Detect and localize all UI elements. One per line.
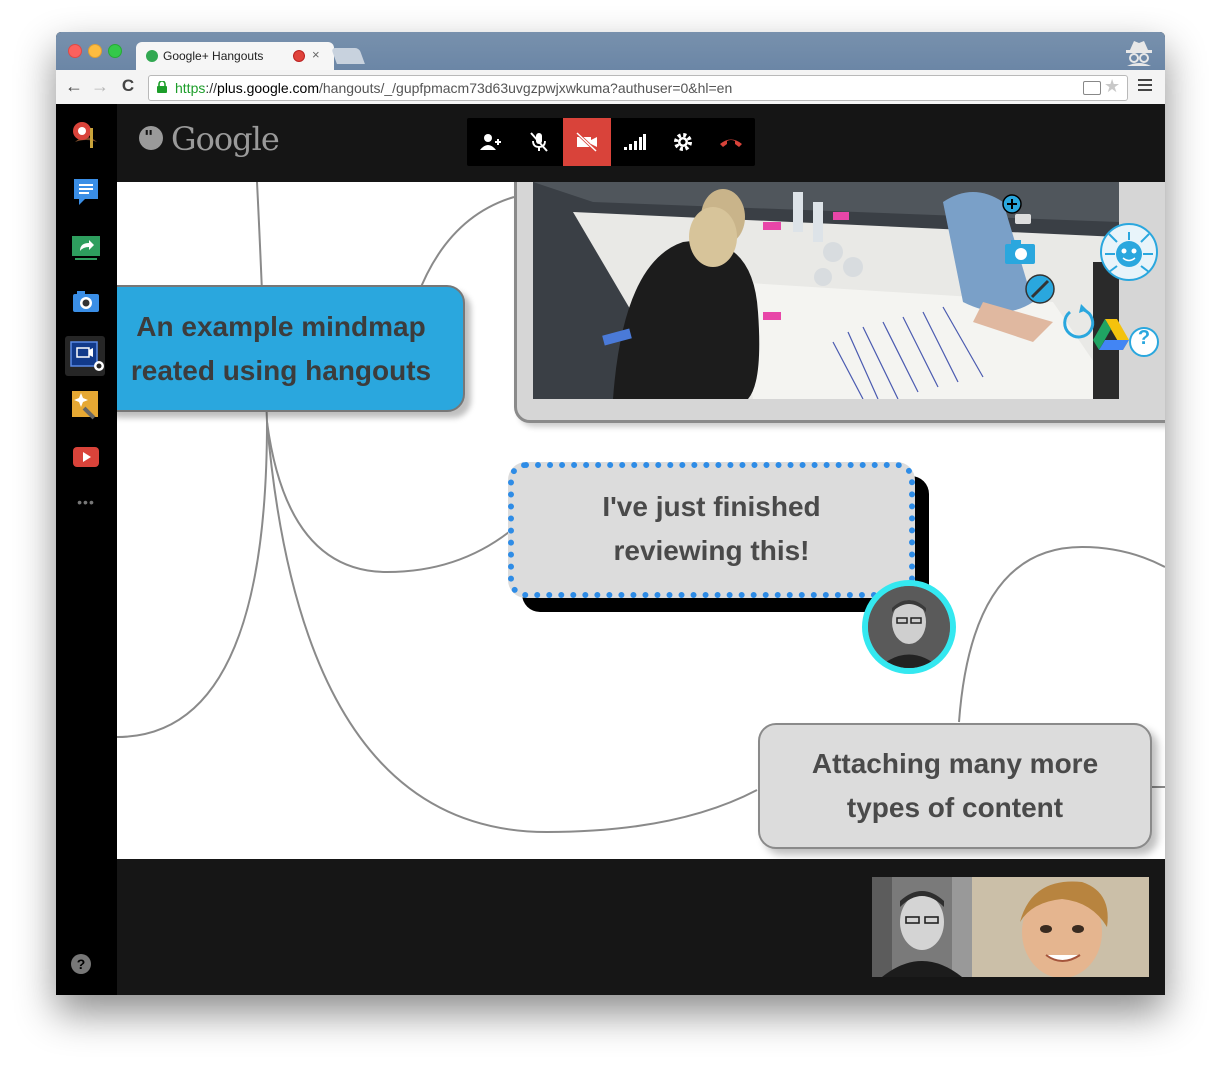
- pen-icon[interactable]: [1025, 274, 1055, 304]
- browser-menu-icon[interactable]: [1138, 79, 1152, 94]
- incognito-icon: [1126, 41, 1152, 66]
- participant-thumb-1[interactable]: [872, 877, 972, 977]
- mindmap-node-attach[interactable]: Attaching many more types of content: [758, 723, 1152, 849]
- address-bar[interactable]: https://plus.google.com/hangouts/_/gupfp…: [148, 75, 1128, 101]
- lock-icon: [157, 81, 167, 93]
- mindmap-app-icon[interactable]: [65, 336, 105, 376]
- tab-close-icon[interactable]: ×: [312, 47, 320, 62]
- bandwidth-icon[interactable]: [611, 118, 659, 166]
- camera-permission-icon[interactable]: [1083, 81, 1101, 95]
- close-window-button[interactable]: [68, 44, 82, 58]
- participant-filmstrip: [117, 859, 1165, 995]
- invite-person-icon[interactable]: [467, 118, 515, 166]
- tab-hangouts[interactable]: Google+ Hangouts ×: [136, 42, 334, 70]
- participant-thumb-2[interactable]: [972, 877, 1149, 977]
- hang-up-icon[interactable]: [707, 118, 755, 166]
- camera-icon[interactable]: [71, 286, 101, 316]
- bookmark-star-icon[interactable]: ★: [1104, 76, 1120, 97]
- browser-toolbar: ← → C https://plus.google.com/hangouts/_…: [56, 70, 1165, 105]
- reviewer-avatar[interactable]: [862, 580, 956, 674]
- chat-icon[interactable]: [71, 176, 101, 206]
- new-tab-button[interactable]: [331, 48, 365, 64]
- hangout-header: " Google: [117, 104, 1165, 182]
- google-wordmark: Google: [171, 120, 280, 158]
- settings-gear-icon[interactable]: [659, 118, 707, 166]
- minimize-window-button[interactable]: [88, 44, 102, 58]
- drive-icon[interactable]: [1093, 319, 1129, 350]
- mic-muted-icon[interactable]: [515, 118, 563, 166]
- mindmap-node-review[interactable]: I've just finished reviewing this!: [508, 462, 915, 598]
- refresh-icon[interactable]: [1063, 304, 1095, 339]
- url-text: https://plus.google.com/hangouts/_/gupfp…: [175, 80, 733, 96]
- node-attach-line-1: Attaching many more: [811, 748, 1099, 779]
- recording-indicator-icon: [293, 50, 305, 62]
- hangout-app-sidebar: ••• ?: [56, 104, 117, 995]
- browser-window: Google+ Hangouts × ← → C https://plus.go…: [56, 32, 1165, 995]
- more-dots-icon[interactable]: •••: [71, 494, 101, 524]
- camera-icon[interactable]: [1005, 240, 1035, 264]
- node-attach-line-2: types of content: [846, 792, 1064, 823]
- bug-mascot-icon[interactable]: [1100, 223, 1158, 281]
- app-badge-icon[interactable]: [71, 120, 101, 150]
- node-example-line-2: reated using hangouts: [130, 355, 432, 386]
- add-node-icon[interactable]: [1002, 194, 1031, 224]
- mindmap-node-example[interactable]: An example mindmap reated using hangouts: [117, 285, 465, 412]
- node-review-line-2: reviewing this!: [613, 535, 810, 566]
- toolbox-help-label: ?: [1137, 327, 1151, 349]
- tab-title: Google+ Hangouts: [163, 49, 264, 63]
- hangouts-favicon-icon: [146, 50, 158, 62]
- node-review-line-1: I've just finished: [602, 491, 821, 522]
- screenshare-icon[interactable]: [71, 232, 101, 262]
- reload-icon[interactable]: C: [118, 76, 138, 96]
- forward-arrow-icon[interactable]: →: [90, 76, 110, 96]
- hangouts-logo-icon: ": [139, 126, 163, 150]
- effects-icon[interactable]: [71, 390, 101, 420]
- back-arrow-icon[interactable]: ←: [64, 76, 84, 96]
- node-example-line-1: An example mindmap: [136, 311, 426, 342]
- youtube-icon[interactable]: [71, 442, 101, 472]
- call-controls: [467, 118, 755, 166]
- camera-off-icon[interactable]: [563, 118, 611, 166]
- help-icon[interactable]: ?: [71, 954, 91, 974]
- mindmap-canvas[interactable]: An example mindmap reated using hangouts: [117, 182, 1165, 859]
- zoom-window-button[interactable]: [108, 44, 122, 58]
- tab-strip: Google+ Hangouts ×: [56, 32, 1165, 70]
